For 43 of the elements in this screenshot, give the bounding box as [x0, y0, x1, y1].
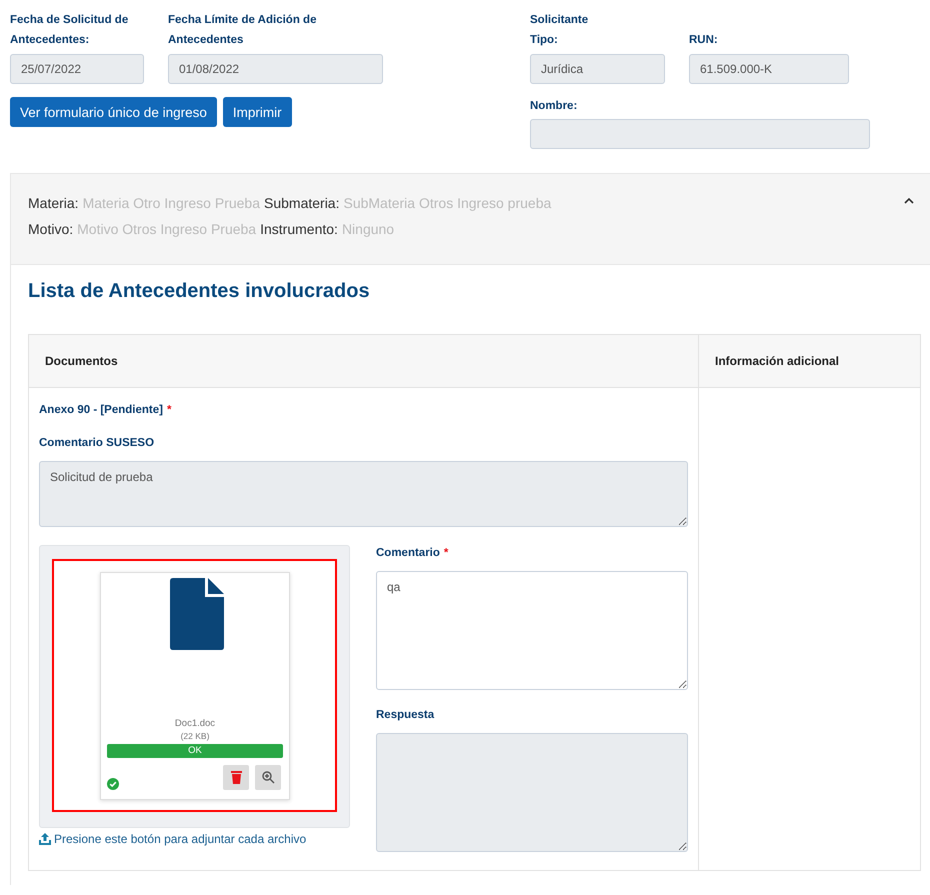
- required-mark: *: [444, 547, 448, 559]
- field-label: RUN:: [689, 33, 719, 48]
- section-title: Lista de Antecedentes involucrados: [28, 279, 371, 304]
- column-header: Información adicional: [714, 353, 840, 370]
- field-label: Tipo:: [530, 33, 559, 48]
- text-area[interactable]: qa: [376, 571, 688, 690]
- delete-button[interactable]: [223, 765, 249, 790]
- file-name: Doc1.doc: [174, 718, 216, 730]
- summary-value: Materia Otro Ingreso Prueba: [82, 195, 260, 211]
- progress-status: OK: [187, 744, 203, 758]
- field-label: Nombre:: [530, 99, 578, 114]
- trash-icon: [230, 771, 242, 784]
- field-label: Respuesta: [376, 708, 436, 723]
- upload-link[interactable]: Presione este botón para adjuntar cada archivo: [54, 832, 306, 846]
- summary-value: Ninguno: [342, 221, 394, 237]
- name-field[interactable]: [530, 119, 870, 149]
- file-size: (22 KB): [180, 730, 210, 742]
- text-field[interactable]: 61.509.000-K: [689, 54, 849, 84]
- collapse-chevron-icon[interactable]: [904, 197, 914, 204]
- action-button[interactable]: Ver formulario único de ingreso: [10, 97, 217, 127]
- date-field[interactable]: 01/08/2022: [168, 54, 383, 84]
- text-field[interactable]: Jurídica: [530, 54, 665, 84]
- field-label: Fecha Límite de Adición de Antecedentes: [168, 13, 318, 48]
- required-mark: *: [166, 404, 172, 416]
- zoom-button[interactable]: [255, 765, 281, 790]
- action-button[interactable]: Imprimir: [222, 97, 292, 127]
- field-label: Comentario *: [376, 546, 450, 561]
- date-field[interactable]: 25/07/2022: [10, 54, 144, 84]
- section-label: Solicitante: [530, 13, 590, 28]
- summary-label: Submateria:: [264, 195, 340, 211]
- column-header: Documentos: [29, 335, 699, 387]
- summary-label: Instrumento:: [260, 221, 338, 237]
- field-label: Fecha de Solicitud de Antecedentes:: [10, 13, 130, 48]
- summary-value: Motivo Otros Ingreso Prueba: [77, 221, 256, 237]
- document-icon: [170, 578, 224, 650]
- field-label: Comentario SUSESO: [39, 436, 156, 451]
- summary-label: Motivo:: [28, 221, 74, 237]
- document-title: Anexo 90 - [Pendiente] *: [39, 403, 172, 418]
- comment-field[interactable]: Solicitud de prueba: [39, 461, 688, 527]
- summary-label: Materia:: [28, 195, 79, 211]
- summary-value: SubMateria Otros Ingreso prueba: [343, 195, 552, 211]
- upload-icon[interactable]: [39, 833, 51, 845]
- zoom-in-icon: [262, 771, 274, 784]
